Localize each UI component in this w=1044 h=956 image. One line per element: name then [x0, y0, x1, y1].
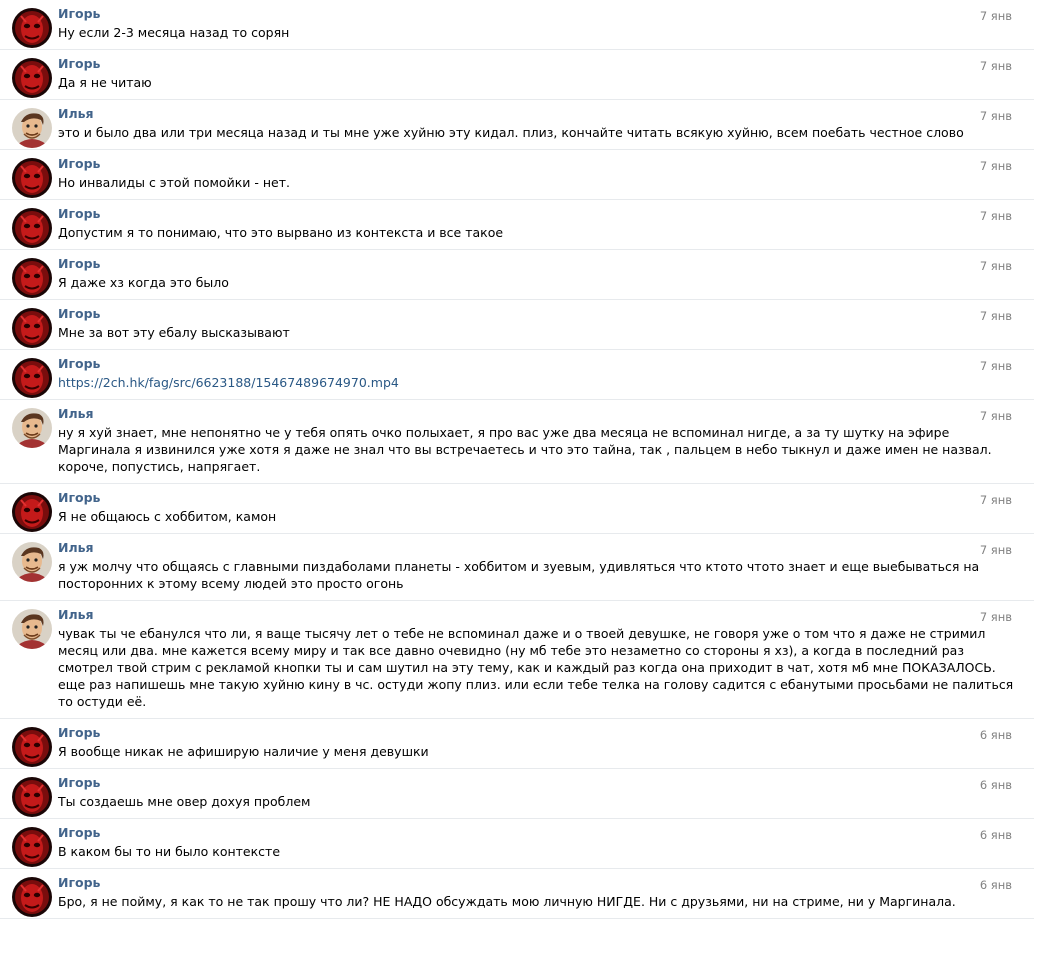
author-name-link[interactable]: Игорь — [58, 776, 758, 790]
message-item[interactable]: Илья 7 янв чувак ты че ебанулся что ли, я … — [0, 601, 1034, 719]
red-mask-avatar[interactable] — [12, 358, 52, 398]
message-item[interactable]: Игорь 7 янв Допустим я то понимаю, что это… — [0, 200, 1034, 250]
message-date[interactable]: 7 янв — [980, 309, 1012, 323]
message-text: Да я не читаю — [58, 75, 152, 90]
message-date[interactable]: 7 янв — [980, 159, 1012, 173]
message-date[interactable]: 6 янв — [980, 778, 1012, 792]
cartoon-face-avatar[interactable] — [12, 408, 52, 448]
message-text: Я вообще никак не афиширую наличие у мен… — [58, 744, 429, 759]
message-date[interactable]: 7 янв — [980, 209, 1012, 223]
message-item[interactable]: Илья 7 янв это и было два или три месяца н… — [0, 100, 1034, 150]
message-item[interactable]: Игорь 6 янв В каком бы то ни было контекст… — [0, 819, 1034, 869]
message-date[interactable]: 6 янв — [980, 828, 1012, 842]
message-date[interactable]: 6 янв — [980, 728, 1012, 742]
red-mask-avatar[interactable] — [12, 158, 52, 198]
red-mask-avatar[interactable] — [12, 58, 52, 98]
author-name-link[interactable]: Игорь — [58, 157, 758, 171]
message-date[interactable]: 7 янв — [980, 610, 1012, 624]
author-name-link[interactable]: Игорь — [58, 876, 758, 890]
red-mask-avatar[interactable] — [12, 827, 52, 867]
author-name-link[interactable]: Игорь — [58, 207, 758, 221]
message-date[interactable]: 7 янв — [980, 543, 1012, 557]
red-mask-avatar[interactable] — [12, 492, 52, 532]
message-item[interactable]: Игорь 6 янв Ты создаешь мне овер дохуя про… — [0, 769, 1034, 819]
message-text: Я даже хз когда это было — [58, 275, 229, 290]
message-text: Но инвалиды с этой помойки - нет. — [58, 175, 290, 190]
author-name-link[interactable]: Илья — [58, 608, 758, 622]
message-item[interactable]: Игорь 7 янв Я даже хз когда это было — [0, 250, 1034, 300]
message-item[interactable]: Игорь 7 янв Ну если 2-3 месяца назад то со… — [0, 0, 1034, 50]
message-text: ну я хуй знает, мне непонятно че у тебя … — [58, 425, 992, 474]
message-date[interactable]: 6 янв — [980, 878, 1012, 892]
red-mask-avatar[interactable] — [12, 208, 52, 248]
red-mask-avatar[interactable] — [12, 727, 52, 767]
message-text: Ты создаешь мне овер дохуя проблем — [58, 794, 311, 809]
author-name-link[interactable]: Игорь — [58, 726, 758, 740]
message-date[interactable]: 7 янв — [980, 493, 1012, 507]
cartoon-face-avatar[interactable] — [12, 542, 52, 582]
author-name-link[interactable]: Игорь — [58, 57, 758, 71]
message-item[interactable]: Илья 7 янв я уж молчу что общаясь с главны… — [0, 534, 1034, 601]
message-item[interactable]: Игорь 7 янв https://2ch.hk/fag/src/6623188… — [0, 350, 1034, 400]
message-item[interactable]: Игорь 7 янв Но инвалиды с этой помойки - н… — [0, 150, 1034, 200]
red-mask-avatar[interactable] — [12, 258, 52, 298]
message-item[interactable]: Илья 7 янв ну я хуй знает, мне непонятно ч… — [0, 400, 1034, 484]
author-name-link[interactable]: Игорь — [58, 257, 758, 271]
message-item[interactable]: Игорь 7 янв Да я не читаю — [0, 50, 1034, 100]
author-name-link[interactable]: Игорь — [58, 826, 758, 840]
author-name-link[interactable]: Илья — [58, 107, 758, 121]
message-date[interactable]: 7 янв — [980, 9, 1012, 23]
author-name-link[interactable]: Игорь — [58, 7, 758, 21]
red-mask-avatar[interactable] — [12, 777, 52, 817]
message-text: я уж молчу что общаясь с главными пиздаб… — [58, 559, 980, 591]
author-name-link[interactable]: Игорь — [58, 357, 758, 371]
author-name-link[interactable]: Игорь — [58, 491, 758, 505]
message-text: это и было два или три месяца назад и ты… — [58, 125, 964, 140]
message-item[interactable]: Игорь 7 янв Мне за вот эту ебалу высказыва… — [0, 300, 1034, 350]
message-text: Мне за вот эту ебалу высказывают — [58, 325, 290, 340]
message-date[interactable]: 7 янв — [980, 409, 1012, 423]
message-item[interactable]: Игорь 7 янв Я не общаюсь с хоббитом, камон — [0, 484, 1034, 534]
message-date[interactable]: 7 янв — [980, 109, 1012, 123]
author-name-link[interactable]: Илья — [58, 407, 758, 421]
red-mask-avatar[interactable] — [12, 877, 52, 917]
message-history: Игорь 7 янв Ну если 2-3 месяца назад то со… — [0, 0, 1044, 956]
message-text: чувак ты че ебанулся что ли, я ваще тыся… — [58, 626, 1014, 709]
author-name-link[interactable]: Игорь — [58, 307, 758, 321]
message-date[interactable]: 7 янв — [980, 259, 1012, 273]
cartoon-face-avatar[interactable] — [12, 108, 52, 148]
red-mask-avatar[interactable] — [12, 8, 52, 48]
message-date[interactable]: 7 янв — [980, 359, 1012, 373]
message-link[interactable]: https://2ch.hk/fag/src/6623188/154674896… — [58, 374, 1014, 391]
message-text: В каком бы то ни было контексте — [58, 844, 281, 859]
message-text: Я не общаюсь с хоббитом, камон — [58, 509, 277, 524]
author-name-link[interactable]: Илья — [58, 541, 758, 555]
message-text: Бро, я не пойму, я как то не так прошу ч… — [58, 894, 956, 909]
message-item[interactable]: Игорь 6 янв Я вообще никак не афиширую нал… — [0, 719, 1034, 769]
message-date[interactable]: 7 янв — [980, 59, 1012, 73]
message-item[interactable]: Игорь 6 янв Бро, я не пойму, я как то не т… — [0, 869, 1034, 919]
message-text: Допустим я то понимаю, что это вырвано и… — [58, 225, 504, 240]
message-text: Ну если 2-3 месяца назад то сорян — [58, 25, 290, 40]
red-mask-avatar[interactable] — [12, 308, 52, 348]
cartoon-face-avatar[interactable] — [12, 609, 52, 649]
